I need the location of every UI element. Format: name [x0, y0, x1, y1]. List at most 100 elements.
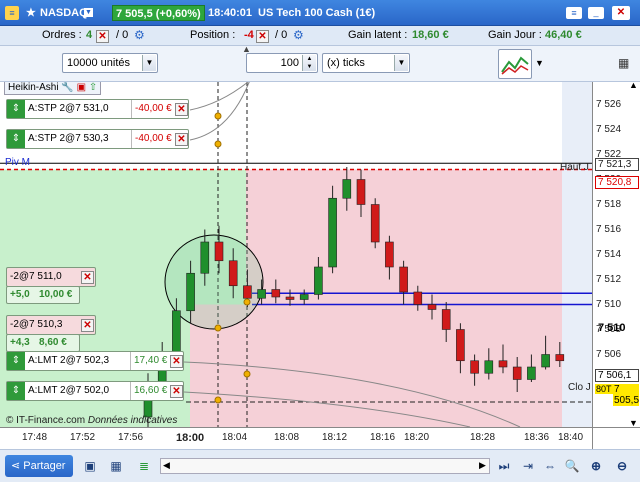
jump-to-end-icon[interactable]: ⏭: [494, 456, 514, 476]
time-tick-label: 17:52: [70, 432, 96, 443]
cancel-orders-icon[interactable]: ✕: [96, 30, 109, 43]
order-label: A:STP 2@7 531,0: [28, 103, 109, 114]
candle-body: [228, 260, 238, 287]
order-value: -40,00 €: [131, 100, 175, 118]
current-price-tag: 7 510: [598, 322, 626, 334]
stepper-icon[interactable]: ▲ ▼: [302, 55, 316, 71]
cancel-order-icon[interactable]: ✕: [175, 103, 188, 116]
position-1[interactable]: -2@7 511,0 ✕: [6, 267, 96, 287]
ticks-input[interactable]: 100 ▲ ▼: [246, 53, 318, 73]
ask-price-tag: 7 506,1: [595, 369, 639, 382]
orders-settings-icon[interactable]: ⚙: [134, 28, 145, 42]
tools-icon[interactable]: ▣: [80, 456, 100, 476]
units-value: 10000 unités: [67, 57, 130, 69]
position-a: -4: [244, 29, 254, 41]
orders-label: Ordres :: [42, 29, 82, 41]
limit-order-1[interactable]: ⇕ A:LMT 2@7 502,3 17,40 € ✕: [6, 351, 184, 371]
anchor-dot: [214, 112, 222, 120]
price-tick-label: 7 506: [596, 348, 622, 360]
chevron-down-icon[interactable]: ▼: [142, 55, 156, 71]
candle-body: [427, 304, 437, 310]
layout-icon[interactable]: ▦: [106, 456, 126, 476]
indicator-up-icon[interactable]: ⇧: [89, 82, 97, 93]
units-select[interactable]: 10000 unités ▼: [62, 53, 158, 73]
symbol-name: NASDAQ: [40, 7, 88, 19]
pivot-price-tag: 7 520,8: [595, 176, 639, 189]
tick-count-tag: 80T: [595, 384, 613, 394]
anchor-dot: [214, 396, 222, 404]
title-bar: ≡ ★ NASDAQ ▼ 7 505,5 (+0,60%) 18:40:01 U…: [0, 0, 640, 26]
app-icon[interactable]: ≡: [5, 6, 19, 20]
order-value: 17,40 €: [130, 352, 170, 370]
position-2[interactable]: -2@7 510,3 ✕: [6, 315, 96, 335]
scroll-left-icon[interactable]: ◀: [163, 460, 170, 471]
scroll-right-icon[interactable]: ▶: [479, 460, 486, 471]
time-axis[interactable]: 17:48 17:52 17:56 18:00 18:04 18:08 18:12 18:16…: [0, 427, 592, 449]
limit-order-2[interactable]: ⇕ A:LMT 2@7 502,0 16,60 € ✕: [6, 381, 184, 401]
wrench-icon[interactable]: 🔧: [61, 82, 73, 93]
time-tick-label: 18:12: [322, 432, 348, 443]
share-label: Partager: [23, 460, 66, 472]
scroll-up-icon[interactable]: ▲: [629, 80, 638, 90]
share-button[interactable]: ⋖ Partager: [5, 455, 73, 477]
drag-handle-icon[interactable]: ⇕: [7, 100, 25, 118]
position-2-gain: +4,3 8,60 €: [6, 334, 80, 352]
star-icon[interactable]: ★: [26, 0, 36, 26]
candle-body: [243, 285, 252, 299]
window-menu-icon[interactable]: ≡: [566, 7, 582, 19]
close-window-icon[interactable]: ✕: [612, 6, 630, 20]
time-tick-label: 18:04: [222, 432, 248, 443]
price-tick-label: 7 526: [596, 98, 622, 110]
price-tick-label: 7 516: [596, 223, 622, 235]
price-axis[interactable]: 7 5267 5247 5227 5207 5187 5167 5147 512…: [592, 80, 640, 428]
position-label: -2@7 510,3: [10, 319, 63, 330]
position-b: / 0: [275, 29, 288, 41]
chart-scrollbar[interactable]: ◀ ▶: [160, 458, 490, 474]
drag-handle-icon[interactable]: ⇕: [7, 382, 25, 400]
zoom-in-icon[interactable]: ⊕: [586, 456, 606, 476]
position-settings-icon[interactable]: ⚙: [293, 28, 304, 42]
stop-order-2[interactable]: ⇕ A:STP 2@7 530,3 -40,00 € ✕: [6, 129, 189, 149]
zoom-fit-icon[interactable]: 🔍: [562, 456, 582, 476]
close-position-icon[interactable]: ✕: [81, 319, 94, 332]
account-status-bar: Ordres : 4 ✕ / 0 ⚙ Position : -4 ✕ / 0 ⚙…: [0, 26, 640, 46]
time-tick-label: 18:40: [558, 432, 584, 443]
ticks-unit-select[interactable]: (x) ticks ▼: [322, 53, 410, 73]
candle-body: [186, 272, 195, 312]
close-position-icon[interactable]: ✕: [81, 271, 94, 284]
pivot-label: Piv M: [5, 157, 30, 168]
chevron-down-icon[interactable]: ▼: [394, 55, 408, 71]
indicator-tag[interactable]: Heikin-Ashi 🔧 ▣ ⇧: [4, 82, 102, 95]
price-badge: 7 505,5 (+0,60%): [112, 5, 205, 21]
minimize-icon[interactable]: _: [588, 7, 604, 19]
gain-jour-value: 46,40 €: [545, 29, 582, 41]
stop-order-1[interactable]: ⇕ A:STP 2@7 531,0 -40,00 € ✕: [6, 99, 189, 119]
candle-body: [299, 294, 309, 300]
drag-handle-icon[interactable]: ⇕: [7, 352, 25, 370]
cancel-order-icon[interactable]: ✕: [170, 385, 183, 398]
bars-icon[interactable]: ≣: [134, 456, 154, 476]
fit-screen-icon[interactable]: ⇔: [540, 456, 560, 476]
scroll-end-icon[interactable]: ⇥: [518, 456, 538, 476]
price-chart[interactable]: Heikin-Ashi 🔧 ▣ ⇧ Piv M Haut J Clo J ⇕ A…: [0, 82, 592, 427]
zoom-out-icon[interactable]: ⊖: [612, 456, 632, 476]
candle-body: [555, 354, 565, 362]
symbol-dropdown-icon[interactable]: ▼: [84, 8, 93, 17]
candle-body: [441, 309, 451, 330]
order-connector: [189, 82, 249, 111]
drag-handle-icon[interactable]: ⇕: [7, 130, 25, 148]
candle-body: [456, 329, 465, 362]
anchor-dot: [243, 298, 251, 306]
price-tick-label: 7 514: [596, 248, 622, 260]
cancel-order-icon[interactable]: ✕: [170, 355, 183, 368]
chart-type-dropdown-icon[interactable]: ▼: [535, 58, 544, 68]
cancel-order-icon[interactable]: ✕: [175, 133, 188, 146]
ticks-value: 100: [280, 57, 299, 69]
grid-menu-icon[interactable]: ▦: [618, 56, 629, 70]
close-label: Clo J: [568, 382, 591, 393]
candle-body: [370, 204, 380, 243]
chart-type-button[interactable]: [498, 49, 532, 79]
candle-body: [356, 179, 366, 205]
close-position-icon[interactable]: ✕: [256, 30, 269, 43]
remove-indicator-icon[interactable]: ▣: [77, 82, 86, 93]
